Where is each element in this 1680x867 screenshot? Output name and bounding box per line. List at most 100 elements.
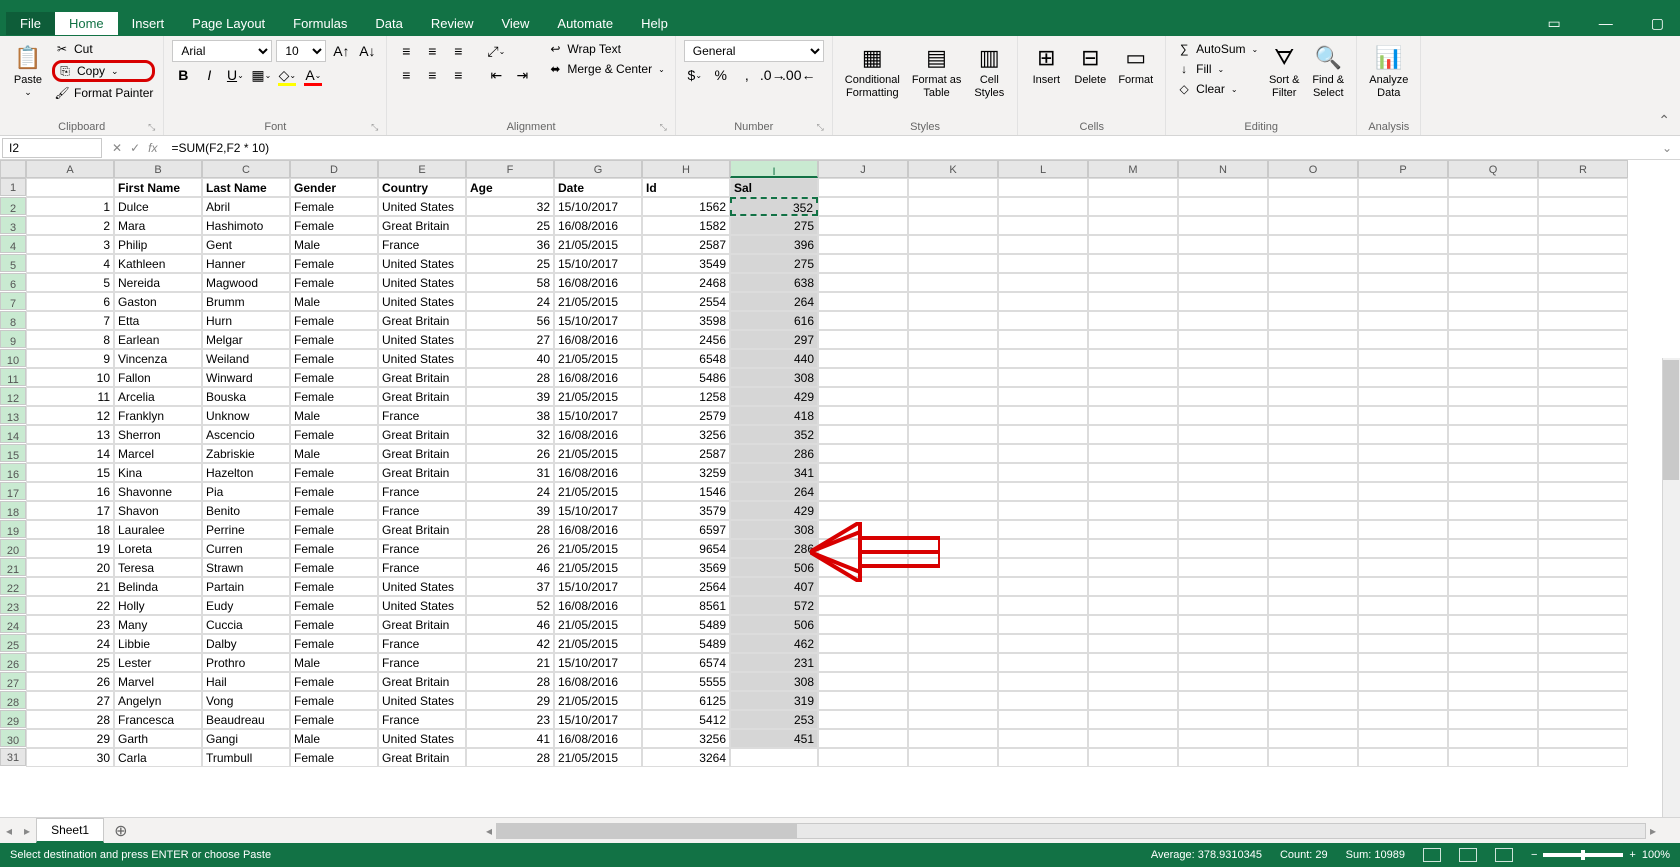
cell[interactable]: Arcelia — [114, 387, 202, 406]
cell[interactable] — [1178, 520, 1268, 539]
row-header[interactable]: 13 — [0, 406, 26, 424]
cell[interactable]: Teresa — [114, 558, 202, 577]
cell[interactable]: France — [378, 501, 466, 520]
cell[interactable] — [818, 197, 908, 216]
cell[interactable]: 42 — [466, 634, 554, 653]
tab-formulas[interactable]: Formulas — [279, 12, 361, 35]
cell[interactable] — [1178, 387, 1268, 406]
cell[interactable]: Kina — [114, 463, 202, 482]
zoom-out-icon[interactable]: − — [1531, 849, 1537, 861]
cell[interactable]: Pia — [202, 482, 290, 501]
cell[interactable]: Hashimoto — [202, 216, 290, 235]
cell[interactable]: Brumm — [202, 292, 290, 311]
cell[interactable] — [1538, 463, 1628, 482]
cell[interactable]: 1582 — [642, 216, 730, 235]
cell[interactable] — [1358, 197, 1448, 216]
cell[interactable]: Zabriskie — [202, 444, 290, 463]
minimize-icon[interactable]: — — [1599, 15, 1613, 32]
cell[interactable]: France — [378, 235, 466, 254]
cell[interactable] — [1358, 273, 1448, 292]
cell[interactable] — [1268, 387, 1358, 406]
cell[interactable] — [1088, 558, 1178, 577]
cell[interactable]: Weiland — [202, 349, 290, 368]
cell[interactable] — [1088, 406, 1178, 425]
tab-data[interactable]: Data — [361, 12, 416, 35]
cell[interactable]: 5 — [26, 273, 114, 292]
cell[interactable]: Great Britain — [378, 368, 466, 387]
merge-center-button[interactable]: ⬌Merge & Center⌄ — [545, 60, 666, 78]
cell[interactable] — [818, 596, 908, 615]
cell[interactable] — [998, 539, 1088, 558]
clear-button[interactable]: ◇Clear⌄ — [1174, 80, 1260, 98]
cell[interactable]: 6 — [26, 292, 114, 311]
cell[interactable] — [998, 216, 1088, 235]
cell[interactable]: Dulce — [114, 197, 202, 216]
cell[interactable]: 27 — [466, 330, 554, 349]
cell[interactable] — [818, 482, 908, 501]
sort-filter-button[interactable]: ᗊSort & Filter — [1264, 40, 1304, 102]
horizontal-scrollbar[interactable]: ◂ ▸ — [138, 823, 1680, 839]
cell[interactable]: 36 — [466, 235, 554, 254]
cell[interactable] — [1178, 463, 1268, 482]
cell[interactable] — [1448, 254, 1538, 273]
cell[interactable]: France — [378, 634, 466, 653]
cell[interactable] — [1448, 349, 1538, 368]
cell[interactable]: 10 — [26, 368, 114, 387]
cell[interactable] — [998, 425, 1088, 444]
cell[interactable]: 429 — [730, 501, 818, 520]
cell[interactable] — [1088, 653, 1178, 672]
cell[interactable] — [998, 482, 1088, 501]
cell[interactable]: Libbie — [114, 634, 202, 653]
cell[interactable]: 3 — [26, 235, 114, 254]
cell[interactable] — [1178, 539, 1268, 558]
cell[interactable] — [1358, 311, 1448, 330]
format-as-table-button[interactable]: ▤Format as Table — [908, 40, 966, 102]
percent-format-icon[interactable]: % — [710, 64, 732, 86]
cell[interactable] — [1088, 463, 1178, 482]
align-middle-icon[interactable]: ≡ — [421, 40, 443, 62]
row-header[interactable]: 22 — [0, 577, 26, 595]
row-header[interactable]: 18 — [0, 501, 26, 519]
cell[interactable] — [818, 634, 908, 653]
cell[interactable]: 253 — [730, 710, 818, 729]
cell[interactable]: 15/10/2017 — [554, 254, 642, 273]
cell[interactable]: 2587 — [642, 235, 730, 254]
cell[interactable] — [908, 596, 998, 615]
cell[interactable] — [1358, 482, 1448, 501]
cell[interactable]: United States — [378, 197, 466, 216]
cell[interactable] — [1268, 273, 1358, 292]
cell[interactable] — [1178, 368, 1268, 387]
cell[interactable]: Franklyn — [114, 406, 202, 425]
cell[interactable]: 24 — [26, 634, 114, 653]
cell[interactable] — [818, 349, 908, 368]
cell[interactable]: 31 — [466, 463, 554, 482]
col-header-C[interactable]: C — [202, 160, 290, 178]
cell[interactable]: Dalby — [202, 634, 290, 653]
cell[interactable] — [1358, 577, 1448, 596]
cell[interactable] — [1178, 235, 1268, 254]
cell[interactable]: 39 — [466, 387, 554, 406]
cell[interactable]: Great Britain — [378, 444, 466, 463]
cell[interactable] — [908, 406, 998, 425]
cell[interactable] — [1538, 672, 1628, 691]
cell[interactable]: 23 — [26, 615, 114, 634]
cell[interactable]: Mara — [114, 216, 202, 235]
cell[interactable]: 231 — [730, 653, 818, 672]
cell[interactable] — [908, 368, 998, 387]
cell[interactable] — [1268, 349, 1358, 368]
fill-button[interactable]: ↓Fill⌄ — [1174, 60, 1260, 78]
cell[interactable]: 407 — [730, 577, 818, 596]
cell[interactable]: 25 — [26, 653, 114, 672]
cell[interactable]: 41 — [466, 729, 554, 748]
cell[interactable]: Female — [290, 748, 378, 767]
cell[interactable]: 15 — [26, 463, 114, 482]
cell[interactable]: 58 — [466, 273, 554, 292]
cell[interactable]: 1 — [26, 197, 114, 216]
cell[interactable]: Hurn — [202, 311, 290, 330]
cell[interactable] — [1538, 729, 1628, 748]
cell[interactable] — [818, 273, 908, 292]
cell[interactable]: Female — [290, 710, 378, 729]
cell[interactable]: Age — [466, 178, 554, 197]
col-header-J[interactable]: J — [818, 160, 908, 178]
cell[interactable] — [1448, 710, 1538, 729]
